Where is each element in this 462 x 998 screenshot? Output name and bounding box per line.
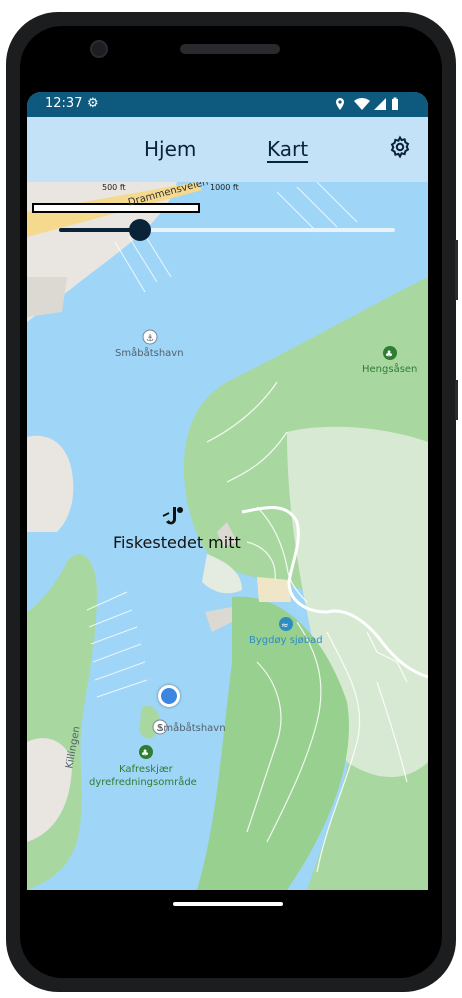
location-icon — [336, 98, 344, 110]
status-icons — [334, 97, 406, 115]
home-gesture-bar[interactable] — [173, 902, 283, 906]
earpiece-speaker — [180, 44, 280, 54]
slider-thumb[interactable] — [128, 219, 151, 241]
park-icon-hengsasen: ♣ — [383, 346, 397, 360]
map-view[interactable]: ⚓ ⚓ ♣ ♣ ≈ 500 ft 1000 ft Drammensveien S… — [27, 182, 428, 890]
place-label-marina-south: Småbåtshavn — [157, 723, 226, 734]
fishing-hook-icon[interactable] — [159, 504, 185, 530]
settings-button[interactable] — [387, 135, 413, 161]
radius-slider[interactable] — [59, 219, 395, 241]
slider-fill — [59, 228, 140, 232]
fishing-spot-label[interactable]: Fiskestedet mitt — [113, 533, 241, 552]
power-button — [455, 380, 458, 420]
front-camera — [90, 40, 108, 58]
navigation-bar — [27, 890, 428, 918]
app-bar: Hjem Kart — [27, 117, 428, 182]
place-label-marina-north: Småbåtshavn — [115, 348, 184, 359]
park-icon-kafreskjaer: ♣ — [139, 745, 153, 759]
status-bar: 12:37 ⚙ — [27, 92, 428, 117]
user-location-marker — [158, 685, 180, 707]
beach-icon: ≈ — [279, 617, 293, 631]
status-settings-icon: ⚙ — [87, 96, 99, 111]
place-label-hengsasen: Hengsåsen — [362, 364, 418, 375]
svg-text:♣: ♣ — [141, 749, 149, 759]
wifi-icon — [354, 97, 370, 110]
marina-icon-north: ⚓ — [142, 329, 158, 345]
signal-icon — [374, 98, 386, 110]
place-label-reserve: dyrefredningsområde — [89, 777, 197, 788]
volume-button — [455, 240, 458, 300]
map-scale-bar — [32, 203, 200, 213]
status-time: 12:37 — [45, 96, 83, 111]
tab-home[interactable]: Hjem — [144, 137, 196, 161]
scale-label-1000: 1000 ft — [210, 183, 239, 192]
tab-map[interactable]: Kart — [267, 137, 308, 161]
place-label-beach: Bygdøy sjøbad — [249, 635, 323, 646]
svg-text:♣: ♣ — [385, 350, 393, 360]
gear-icon — [390, 135, 410, 159]
place-label-island: Kafreskjær — [119, 764, 173, 775]
scale-label-500: 500 ft — [102, 183, 126, 192]
svg-text:⚓: ⚓ — [146, 334, 154, 344]
svg-text:≈: ≈ — [281, 621, 289, 631]
battery-icon — [392, 97, 398, 110]
screen: 12:37 ⚙ Hjem Kart ⚓ ⚓ ♣ ♣ ≈ 500 ft 1000 … — [27, 92, 428, 890]
